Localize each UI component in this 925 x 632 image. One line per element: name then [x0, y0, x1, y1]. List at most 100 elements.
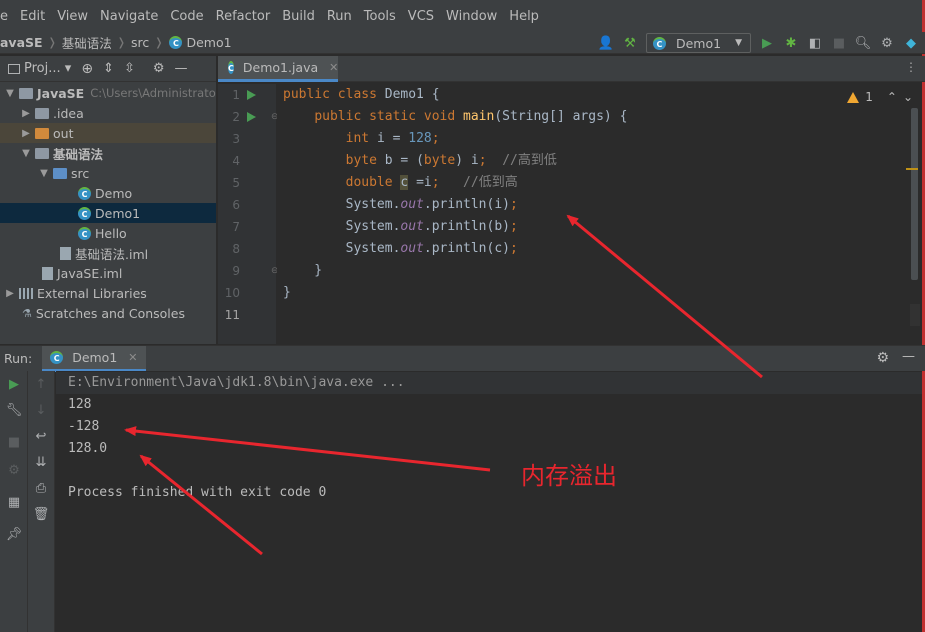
- run-gutter-icon[interactable]: [247, 90, 256, 100]
- hide-icon[interactable]: —: [902, 349, 915, 364]
- breadcrumb-file[interactable]: Demo1: [186, 35, 231, 50]
- tree-item-label: 基础语法: [53, 146, 104, 162]
- print-icon[interactable]: ⎙: [27, 481, 55, 496]
- line-number: 7: [232, 220, 240, 234]
- code-editor[interactable]: public class Demo1 { public static void …: [277, 84, 910, 344]
- folder-icon: [35, 127, 49, 139]
- class-icon: C: [78, 226, 91, 240]
- more-tabs-icon[interactable]: ⋮: [905, 60, 917, 74]
- run-icon[interactable]: ▶: [759, 35, 775, 51]
- tree-item-demo1[interactable]: C Demo1: [0, 203, 216, 223]
- chevron-right-icon: ❭: [116, 36, 127, 49]
- breadcrumb-project[interactable]: avaSE: [0, 35, 43, 50]
- collapse-all-icon[interactable]: ⇳: [124, 61, 135, 76]
- chevron-down-icon[interactable]: ⌄: [903, 90, 913, 104]
- toolbox-icon[interactable]: ◆: [903, 35, 919, 51]
- warning-marker[interactable]: [906, 168, 918, 170]
- menu-help[interactable]: Help: [503, 9, 545, 24]
- menu-build[interactable]: Build: [276, 9, 321, 24]
- tree-item-idea[interactable]: ▶ .idea: [0, 103, 216, 123]
- stop-icon[interactable]: ■: [831, 35, 847, 51]
- tree-item-module-iml[interactable]: 基础语法.iml: [0, 243, 216, 263]
- hide-icon[interactable]: —: [175, 61, 188, 76]
- search-icon[interactable]: 🔍︎: [855, 35, 872, 51]
- trash-icon[interactable]: 🗑︎: [27, 507, 55, 522]
- close-icon[interactable]: ✕: [128, 351, 137, 364]
- menu-file[interactable]: e: [0, 9, 14, 24]
- locate-icon[interactable]: ⊕: [81, 61, 93, 77]
- menu-window[interactable]: Window: [440, 9, 503, 24]
- annotation-label: 内存溢出: [521, 462, 617, 490]
- code-line-6: System.out.println(i);: [283, 197, 518, 212]
- run-gutter-icon[interactable]: [247, 112, 256, 122]
- gear-icon[interactable]: ⚙: [879, 35, 895, 51]
- tab-actions: ⋮: [905, 60, 917, 74]
- wrench-icon[interactable]: 🔧︎: [0, 403, 28, 418]
- chevron-right-icon: ❭: [47, 36, 57, 49]
- menu-refactor[interactable]: Refactor: [210, 9, 277, 24]
- menu-edit[interactable]: Edit: [14, 9, 51, 24]
- console-output[interactable]: E:\Environment\Java\jdk1.8\bin\java.exe …: [56, 371, 922, 632]
- scratch-icon: ⚗: [22, 306, 32, 320]
- chevron-right-icon[interactable]: ▶: [4, 288, 16, 299]
- chevron-down-icon[interactable]: ▼: [20, 148, 32, 159]
- chevron-right-icon[interactable]: ▶: [20, 108, 32, 119]
- tree-item-scratches[interactable]: ⚗ Scratches and Consoles: [0, 303, 216, 323]
- tree-item-demo[interactable]: C Demo: [0, 183, 216, 203]
- gear-icon[interactable]: ⚙: [876, 350, 889, 366]
- line-number: 2: [232, 110, 240, 124]
- project-view-select[interactable]: Proj... ▾: [24, 61, 71, 76]
- breadcrumb-folder[interactable]: src: [131, 35, 149, 50]
- editor-scrollbar[interactable]: [911, 108, 918, 280]
- menu-tools[interactable]: Tools: [358, 9, 402, 24]
- tree-item-out[interactable]: ▶ out: [0, 123, 216, 143]
- debugger-icon[interactable]: ⚙: [0, 463, 28, 478]
- tree-item-external-libraries[interactable]: ▶ External Libraries: [0, 283, 216, 303]
- gear-icon[interactable]: ⚙: [153, 61, 165, 76]
- menu-code[interactable]: Code: [164, 9, 209, 24]
- expand-all-icon[interactable]: ⇕: [103, 61, 114, 76]
- breadcrumb-module[interactable]: 基础语法: [62, 33, 112, 52]
- run-config-select[interactable]: C Demo1 ▼: [645, 33, 751, 53]
- main-toolbar: 👤 ⚒ C Demo1 ▼ ▶ ✱ ◧ ■ 🔍︎ ⚙ ◆: [598, 32, 919, 54]
- debug-icon[interactable]: ✱: [783, 35, 799, 51]
- menu-navigate[interactable]: Navigate: [94, 9, 164, 24]
- code-line-7: System.out.println(b);: [283, 219, 518, 234]
- tab-run-demo1[interactable]: C Demo1 ✕: [42, 345, 146, 372]
- menu-view[interactable]: View: [51, 9, 94, 24]
- tab-demo1-java[interactable]: C Demo1.java ✕: [218, 56, 338, 82]
- rerun-icon[interactable]: ▶: [0, 377, 28, 392]
- user-icon[interactable]: 👤: [598, 35, 614, 51]
- stop-icon[interactable]: ■: [0, 435, 28, 450]
- close-icon[interactable]: ✕: [329, 61, 338, 74]
- tree-item-module[interactable]: ▼ 基础语法: [0, 143, 216, 163]
- chevron-down-icon[interactable]: ▼: [4, 88, 16, 99]
- code-line-10: }: [283, 285, 291, 300]
- soft-wrap-icon[interactable]: ↩: [27, 429, 55, 444]
- console-line: Process finished with exit code 0: [68, 485, 327, 500]
- tree-item-label: Scratches and Consoles: [35, 305, 185, 321]
- tree-item-src[interactable]: ▼ src: [0, 163, 216, 183]
- inspection-widget[interactable]: 1 ⌃ ⌄: [847, 90, 913, 104]
- tree-item-javase-iml[interactable]: JavaSE.iml: [0, 263, 216, 283]
- navigation-bar: avaSE ❭ 基础语法 ❭ src ❭ C Demo1 👤 ⚒ C Demo1…: [0, 32, 925, 54]
- chevron-up-icon[interactable]: ⌃: [887, 90, 897, 104]
- chevron-right-icon[interactable]: ▶: [20, 128, 32, 139]
- coverage-icon[interactable]: ◧: [807, 35, 823, 51]
- arrow-down-icon[interactable]: ↓: [27, 403, 55, 418]
- console-toolbar: ↑ ↓ ↩ ⇊ ⎙ 🗑︎: [28, 371, 55, 632]
- tree-item-javase[interactable]: ▼ JavaSE C:\Users\Administrato: [0, 83, 216, 103]
- arrow-up-icon[interactable]: ↑: [27, 377, 55, 392]
- chevron-down-icon[interactable]: ▼: [38, 168, 50, 179]
- pin-icon[interactable]: 📌︎: [0, 527, 28, 542]
- menu-run[interactable]: Run: [321, 9, 358, 24]
- tree-item-hello[interactable]: C Hello: [0, 223, 216, 243]
- line-number: 5: [232, 176, 240, 190]
- scroll-to-end-icon[interactable]: ⇊: [27, 455, 55, 470]
- layout-icon[interactable]: ▦: [0, 495, 28, 510]
- folder-icon: [19, 87, 33, 99]
- hammer-icon[interactable]: ⚒: [622, 35, 638, 51]
- menu-vcs[interactable]: VCS: [402, 9, 440, 24]
- tree-item-label: out: [53, 125, 74, 141]
- tab-label: Demo1.java: [242, 60, 319, 75]
